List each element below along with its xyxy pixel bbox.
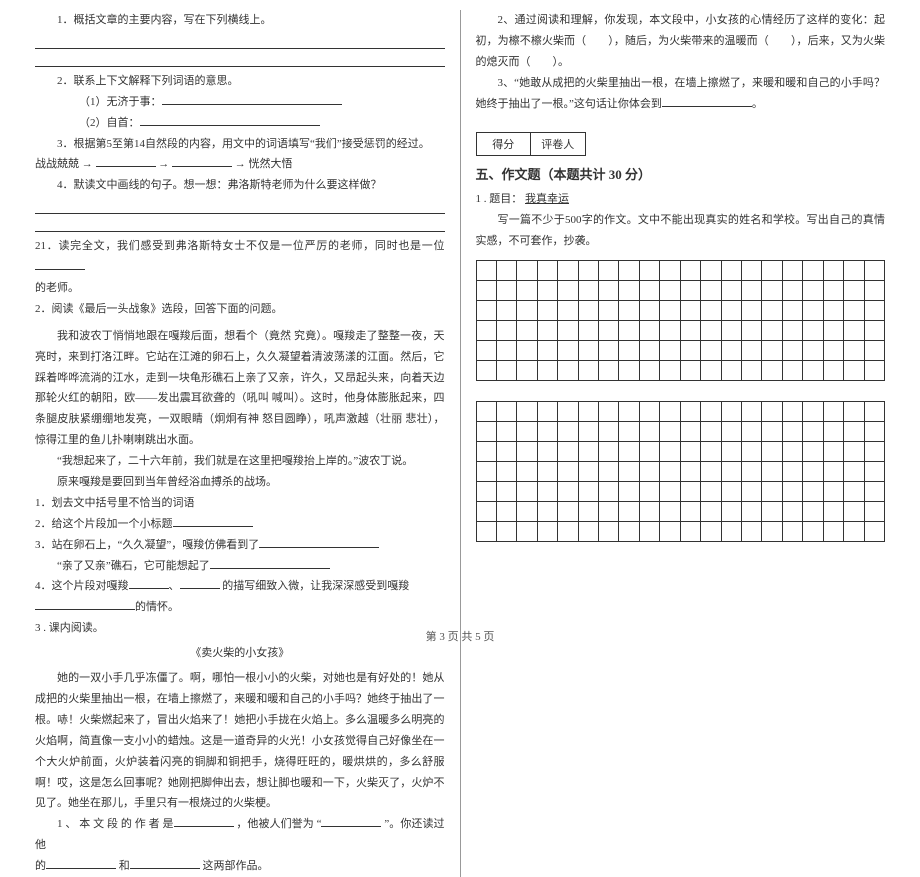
text: 3．站在卵石上，“久久凝望”，嘎羧仿佛看到了 (35, 539, 259, 551)
text: → 恍然大悟 (235, 158, 293, 170)
blank (162, 94, 342, 105)
blank (129, 578, 169, 589)
p2-paragraph-c: 原来嘎羧是要回到当年曾经浴血搏杀的战场。 (35, 472, 445, 493)
text: 1 、 本 文 段 的 作 者 是 (57, 818, 174, 830)
q1-3a: 3．根据第5至第14自然段的内容，用文中的词语填写“我们”接受惩罚的经过。 (35, 134, 445, 155)
essay-title: 我真幸运 (525, 193, 569, 205)
p3-q1: 1 、 本 文 段 的 作 者 是 ，他被人们誉为 “ ”。你还读过他 (35, 814, 445, 856)
essay-requirement: 写一篇不少于500字的作文。文中不能出现真实的姓名和学校。写出自己的真情实感，不… (476, 210, 886, 252)
essay-row (477, 361, 885, 380)
essay-row (477, 462, 885, 482)
essay-topic: 1 . 题目： 我真幸运 (476, 189, 886, 210)
label: （2）自首： (79, 117, 140, 129)
blank (96, 156, 156, 167)
q1-3b: 战战兢兢 → → → 恍然大悟 (35, 154, 445, 175)
essay-row (477, 261, 885, 281)
q2-3b: “亲了又亲”礁石，它可能想起了 (35, 556, 445, 577)
text: 的情怀。 (135, 601, 179, 613)
answer-line (35, 218, 445, 232)
q1-2: 2．联系上下文解释下列词语的意思。 (35, 71, 445, 92)
blank (35, 259, 85, 270)
left-column: 1．概括文章的主要内容，写在下列横线上。 2．联系上下文解释下列词语的意思。 （… (20, 10, 461, 877)
blank (259, 537, 379, 548)
blank (662, 96, 752, 107)
essay-grid-1 (476, 260, 886, 381)
essay-row (477, 341, 885, 361)
p2-paragraph-b: “我想起来了，二十六年前，我们就是在这里把嘎羧抬上岸的。”波农丁说。 (35, 451, 445, 472)
text: 和 (119, 860, 130, 872)
essay-row (477, 482, 885, 502)
score-label: 得分 (477, 133, 532, 155)
blank (174, 816, 234, 827)
answer-line (35, 53, 445, 67)
blank (140, 115, 320, 126)
blank (210, 558, 330, 569)
q21: 21．读完全文，我们感受到弗洛斯特女士不仅是一位严厉的老师，同时也是一位 (35, 236, 445, 278)
q2-3a: 3．站在卵石上，“久久凝望”，嘎羧仿佛看到了 (35, 535, 445, 556)
p3-q1-line2: 的 和 这两部作品。 (35, 856, 445, 877)
text: 的 (35, 860, 46, 872)
blank (173, 516, 253, 527)
q2-1: 1．划去文中括号里不恰当的词语 (35, 493, 445, 514)
page-footer: 第 3 页 共 5 页 (0, 628, 920, 644)
arrow: → (158, 158, 169, 170)
blank (180, 578, 220, 589)
r2: 2、通过阅读和理解，你发现，本文段中，小女孩的心情经历了这样的变化：起初，为檫不… (476, 10, 886, 73)
essay-row (477, 321, 885, 341)
essay-row (477, 522, 885, 541)
text: 的描写细致入微，让我深深感受到嘎羧 (222, 580, 409, 592)
text: 2．给这个片段加一个小标题 (35, 518, 173, 530)
blank (321, 816, 381, 827)
grader-label: 评卷人 (531, 133, 585, 155)
section-5-title: 五、作文题（本题共计 30 分） (476, 164, 886, 183)
right-column: 2、通过阅读和理解，你发现，本文段中，小女孩的心情经历了这样的变化：起初，为檫不… (461, 10, 901, 877)
text: 4．这个片段对嘎羧 (35, 580, 129, 592)
essay-row (477, 281, 885, 301)
q1-1: 1．概括文章的主要内容，写在下列横线上。 (35, 10, 445, 31)
r3: 3、“她敢从成把的火柴里抽出一根，在墙上擦燃了，来暖和暖和自己的小手吗？她终于抽… (476, 73, 886, 115)
q1-4: 4．默读文中画线的句子。想一想：弗洛斯特老师为什么要这样做？ (35, 175, 445, 196)
p2-paragraph-a: 我和波农丁悄悄地跟在嘎羧后面，想看个（竟然 究竟）。嘎羧走了整整一夜，天亮时，来… (35, 326, 445, 451)
answer-line (35, 200, 445, 214)
blank (172, 156, 232, 167)
blank (35, 599, 135, 610)
text: 21．读完全文，我们感受到弗洛斯特女士不仅是一位严厉的老师，同时也是一位 (35, 240, 445, 252)
text: ，他被人们誉为 “ (236, 818, 321, 830)
text: “亲了又亲”礁石，它可能想起了 (57, 560, 210, 572)
blank (46, 858, 116, 869)
essay-row (477, 422, 885, 442)
q1-2b: （2）自首： (35, 113, 445, 134)
blank (130, 858, 200, 869)
q1-2a: （1）无济于事： (35, 92, 445, 113)
p3-title: 《卖火柴的小女孩》 (35, 643, 445, 664)
q2-4c: 的情怀。 (35, 597, 445, 618)
text: 这两部作品。 (203, 860, 269, 872)
p2-intro: 2．阅读《最后一头战象》选段，回答下面的问题。 (35, 299, 445, 320)
score-box: 得分 评卷人 (476, 132, 586, 156)
q2-4: 4．这个片段对嘎羧、 的描写细致入微，让我深深感受到嘎羧 (35, 576, 445, 597)
text: 战战兢兢 → (35, 158, 93, 170)
q21b: 的老师。 (35, 278, 445, 299)
p3-paragraph: 她的一双小手几乎冻僵了。啊，哪怕一根小小的火柴，对她也是有好处的！她从成把的火柴… (35, 668, 445, 814)
essay-row (477, 442, 885, 462)
text: 。 (752, 98, 763, 110)
essay-row (477, 502, 885, 522)
q2-2: 2．给这个片段加一个小标题 (35, 514, 445, 535)
essay-grid-2 (476, 401, 886, 542)
label: 1 . 题目： (476, 193, 523, 205)
answer-line (35, 35, 445, 49)
essay-row (477, 402, 885, 422)
essay-row (477, 301, 885, 321)
label: （1）无济于事： (79, 96, 162, 108)
